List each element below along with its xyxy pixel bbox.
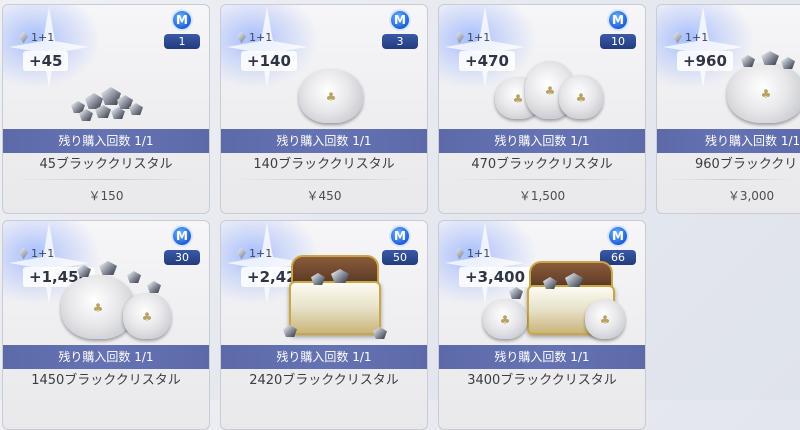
treasure-chest-with-bags-icon [479,255,629,343]
purchase-limit-bar: 残り購入回数 1/1 [3,345,209,369]
product-price: ￥450 [306,189,342,203]
divider [231,179,417,180]
crystal-bag-icon [291,61,371,125]
product-name: 470ブラッククリスタル [471,157,613,172]
crystal-bags-icon [495,55,605,125]
product-art: 1+1 +45 M1 [3,5,209,129]
bonus-tag: 1+1 [19,31,54,44]
bonus-tag-label: 1+1 [685,31,709,44]
crystal-bag-icon [721,45,800,125]
purchase-limit-bar: 残り購入回数 1/1 [3,129,209,153]
crystal-shop-grid: 1+1 +45 M1 残り購入回数 1/1 45ブラッククリスタル ￥150 1… [0,0,800,430]
m-coin-icon: M [389,9,411,31]
m-reward-badge: M3 [382,9,418,49]
bonus-amount: +45 [23,51,69,71]
treasure-chest-icon [281,251,391,341]
crystal-icon [673,31,682,44]
product-card-45[interactable]: 1+1 +45 M1 残り購入回数 1/1 45ブラッククリスタル ￥150 [2,4,210,214]
crystal-bags-icon [57,257,177,343]
purchase-limit-bar: 残り購入回数 1/1 [439,345,645,369]
purchase-limit-bar: 残り購入回数 1/1 [221,345,427,369]
product-art: 1+1 +2,420 M 50 [221,221,427,345]
m-reward-badge: M1 [164,9,200,49]
product-name: 3400ブラッククリスタル [467,373,617,388]
bonus-tag: 1+1 [673,31,708,44]
bonus-tag-label: 1+1 [249,31,273,44]
divider [13,179,199,180]
bonus-tag: 1+1 [455,31,490,44]
purchase-limit-bar: 残り購入回数 1/1 [439,129,645,153]
m-coin-icon: M [171,225,193,247]
bonus-tag-label: 1+1 [31,31,55,44]
product-art: 1+1 +3,400 M 66 [439,221,645,345]
product-price: ￥150 [88,189,124,203]
product-art: 1+1 +960 [657,5,800,129]
product-art: 1+1 +140 M3 [221,5,427,129]
crystal-icon [19,31,28,44]
bonus-tag-label: 1+1 [467,31,491,44]
product-card-960[interactable]: 1+1 +960 残り購入回数 1/1 960ブラッククリ ￥3,000 [656,4,800,214]
product-name: 1450ブラッククリスタル [31,373,181,388]
m-coin-icon: M [607,9,629,31]
bonus-tag-label: 1+1 [31,247,55,260]
product-name: 2420ブラッククリスタル [249,373,399,388]
product-name: 140ブラッククリスタル [253,157,395,172]
product-card-3400[interactable]: 1+1 +3,400 M66 残り購入回数 1/1 3400ブラッククリスタル [438,220,646,430]
product-card-140[interactable]: 1+1 +140 M3 残り購入回数 1/1 140ブラッククリスタル ￥450 [220,4,428,214]
purchase-limit-bar: 残り購入回数 1/1 [657,129,800,153]
product-art: 1+1 +470 M 10 [439,5,645,129]
m-coin-icon: M [607,225,629,247]
sparkle-icon [9,7,89,87]
product-name: 960ブラッククリ [695,157,798,172]
crystal-icon [237,247,246,260]
m-coin-icon: M [171,9,193,31]
crystal-pile-icon [65,83,155,123]
bonus-tag-label: 1+1 [249,247,273,260]
m-reward-badge: M 10 [600,9,636,49]
m-reward-count: 3 [382,34,418,49]
product-price: ￥1,500 [518,189,566,203]
bonus-tag: 1+1 [19,247,54,260]
divider [667,179,795,180]
product-art: 1+1 +1,450 M 30 [3,221,209,345]
product-card-1450[interactable]: 1+1 +1,450 M30 残り購入回数 1/1 1450ブラッククリスタル [2,220,210,430]
crystal-icon [19,247,28,260]
product-card-2420[interactable]: 1+1 +2,420 M 50 残り購入回数 1/1 2420ブラッククリスタル [220,220,428,430]
bonus-tag: 1+1 [237,247,272,260]
m-reward-count: 1 [164,34,200,49]
m-reward-count: 10 [600,34,636,49]
crystal-icon [237,31,246,44]
m-coin-icon: M [389,225,411,247]
product-card-470[interactable]: 1+1 +470 M10 残り購入回数 1/1 470ブラッククリスタル ￥1,… [438,4,646,214]
bonus-amount: +140 [241,51,297,71]
product-name: 45ブラッククリスタル [39,157,173,172]
crystal-icon [455,247,464,260]
crystal-icon [455,31,464,44]
purchase-limit-bar: 残り購入回数 1/1 [221,129,427,153]
divider [449,179,635,180]
product-price: ￥3,000 [727,189,775,203]
bonus-tag: 1+1 [237,31,272,44]
